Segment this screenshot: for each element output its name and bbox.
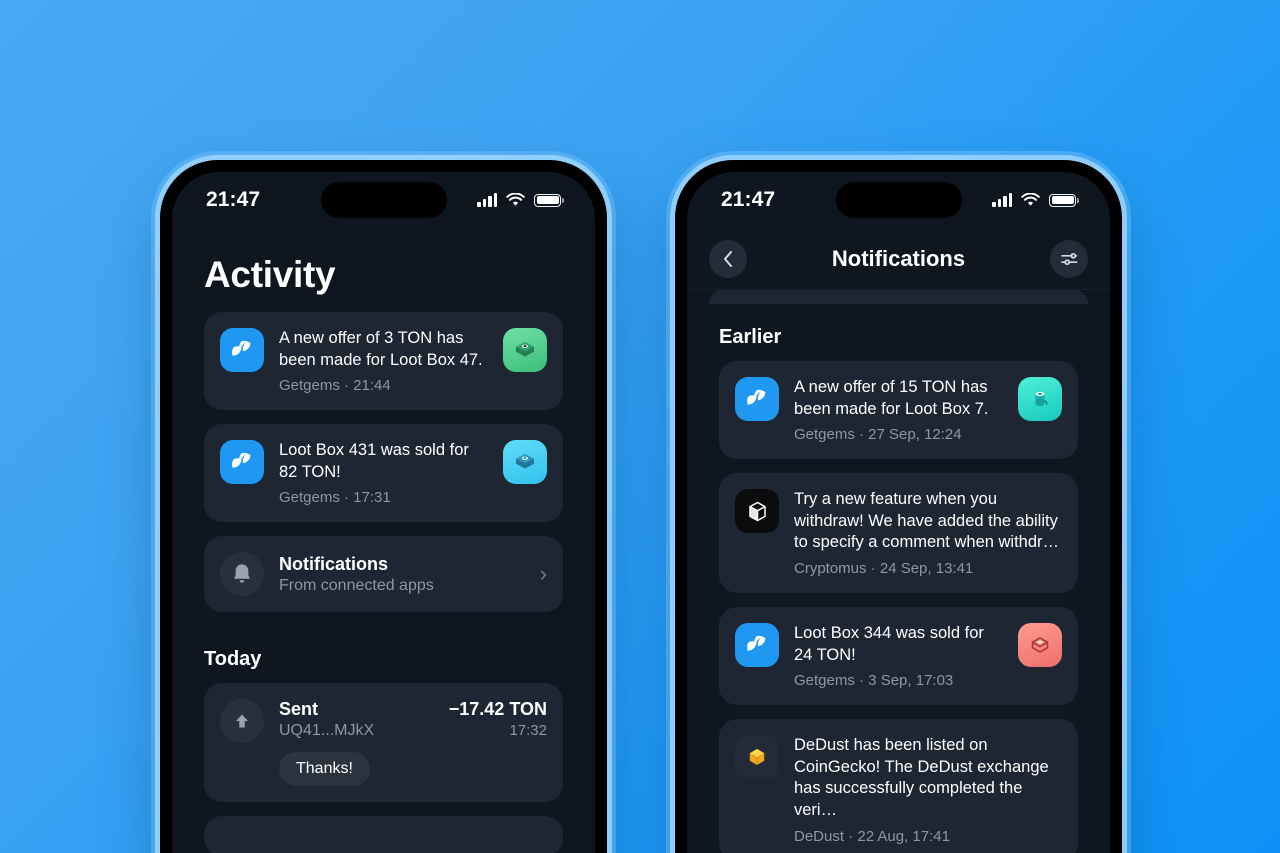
notification-text: A new offer of 15 TON has been made for … [794, 378, 989, 418]
status-bar-indicators [477, 193, 564, 207]
sliders-filter-icon [1061, 252, 1078, 265]
list-item[interactable]: Loot Box 344 was sold for 24 TON! Getgem… [719, 607, 1078, 706]
getgems-app-icon [735, 377, 779, 421]
cellular-bars-icon [992, 193, 1012, 207]
battery-icon [1049, 193, 1079, 207]
getgems-app-icon [220, 328, 264, 372]
filter-button[interactable] [1050, 239, 1088, 278]
notification-meta: Getgems · 27 Sep, 12:24 [794, 426, 962, 444]
notification-text: Try a new feature when you withdraw! We … [794, 490, 1060, 552]
bell-icon [220, 552, 264, 597]
wifi-icon [506, 193, 525, 206]
sidebar-item-sublabel: From connected apps [279, 576, 434, 594]
notification-meta: Getgems · 3 Sep, 17:03 [794, 672, 954, 690]
notifications-list: A new offer of 15 TON has been made for … [687, 361, 1110, 853]
getgems-app-icon [735, 623, 779, 668]
arrow-up-send-icon [220, 699, 264, 744]
table-row[interactable]: Sent −17.42 TON UQ41...MJkX 17:32 Thanks… [204, 683, 563, 803]
notification-meta: DeDust · 22 Aug, 17:41 [794, 827, 950, 845]
phone-right: 21:47 Notifications Earlier A new offer … [675, 160, 1122, 853]
chevron-right-icon: › [539, 561, 547, 587]
loot-box-nft-thumbnail[interactable] [1018, 377, 1062, 421]
sidebar-item-label: Notifications [279, 553, 389, 574]
phone-left-screen: 21:47 Activity A new offer of 3 TON has … [172, 172, 595, 853]
notification-meta: Cryptomus · 24 Sep, 13:41 [794, 560, 974, 578]
list-item[interactable]: A new offer of 3 TON has been made for L… [204, 312, 563, 411]
transaction-title: Sent [279, 699, 319, 720]
loot-box-nft-thumbnail[interactable] [1018, 623, 1062, 668]
status-bar-clock: 21:47 [206, 188, 261, 211]
status-bar-right: 21:47 [687, 172, 1110, 228]
table-row-partial[interactable] [204, 816, 563, 853]
transaction-amount: −17.42 TON [448, 699, 547, 720]
loot-box-nft-thumbnail[interactable] [503, 440, 547, 485]
page-title: Activity [204, 254, 336, 295]
sidebar-item-notifications[interactable]: Notifications From connected apps › [204, 536, 563, 613]
list-item[interactable]: DeDust has been listed on CoinGecko! The… [719, 719, 1078, 853]
cellular-bars-icon [477, 193, 497, 207]
back-button[interactable] [709, 239, 747, 278]
loot-box-nft-thumbnail[interactable] [503, 328, 547, 372]
status-bar-left: 21:47 [172, 172, 595, 228]
section-heading-earlier: Earlier [719, 326, 782, 348]
dynamic-island [835, 182, 962, 218]
transaction-address: UQ41...MJkX [279, 722, 375, 740]
getgems-app-icon [220, 440, 264, 485]
phone-left: 21:47 Activity A new offer of 3 TON has … [160, 160, 607, 853]
section-heading-today: Today [204, 648, 262, 671]
list-item[interactable]: Try a new feature when you withdraw! We … [719, 473, 1078, 594]
notification-text: DeDust has been listed on CoinGecko! The… [794, 736, 1049, 820]
chevron-left-icon [724, 250, 732, 267]
notification-text: A new offer of 3 TON has been made for L… [279, 329, 483, 369]
battery-icon [534, 193, 564, 207]
scrolled-card-peek [709, 290, 1088, 304]
notification-meta: Getgems · 17:31 [279, 489, 391, 507]
cryptomus-app-icon [735, 489, 779, 534]
dedust-app-icon [735, 735, 779, 780]
notification-meta: Getgems · 21:44 [279, 377, 391, 395]
transaction-comment: Thanks! [279, 752, 370, 787]
notification-text: Loot Box 431 was sold for 82 TON! [279, 441, 469, 481]
wifi-icon [1021, 193, 1040, 206]
status-bar-indicators [992, 193, 1079, 207]
dynamic-island [320, 182, 447, 218]
phone-right-screen: 21:47 Notifications Earlier A new offer … [687, 172, 1110, 853]
list-item[interactable]: Loot Box 431 was sold for 82 TON! Getgem… [204, 424, 563, 523]
transaction-time: 17:32 [509, 722, 547, 740]
notification-text: Loot Box 344 was sold for 24 TON! [794, 624, 984, 664]
status-bar-clock: 21:47 [721, 188, 776, 211]
page-title: Notifications [831, 245, 966, 271]
list-item[interactable]: A new offer of 15 TON has been made for … [719, 361, 1078, 460]
navigation-bar: Notifications [687, 228, 1110, 290]
activity-list: A new offer of 3 TON has been made for L… [172, 312, 595, 853]
